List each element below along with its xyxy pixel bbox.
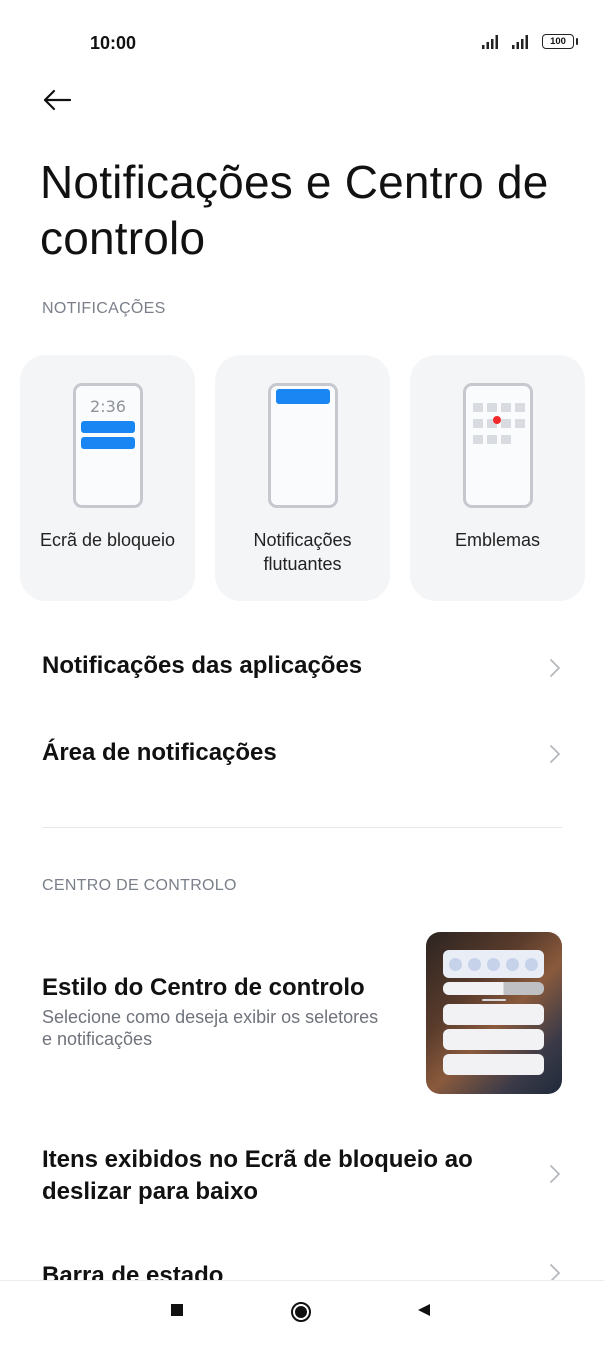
card-label: Notificações flutuantes [253, 530, 352, 574]
card-label: Emblemas [454, 530, 541, 550]
chevron-right-icon [550, 745, 560, 763]
status-icons: 100 [482, 34, 578, 49]
recent-apps-button[interactable] [168, 1301, 186, 1324]
row-title: Barra de estado [42, 1262, 224, 1280]
card-label: Ecrã de bloqueio [39, 530, 176, 550]
lock-screen-preview-icon: 2:36 [73, 383, 143, 508]
badge-preview-icon [463, 383, 533, 508]
row-title: Notificações das aplicações [42, 652, 363, 679]
triangle-left-icon [418, 1304, 430, 1316]
chevron-right-icon [550, 659, 560, 677]
card-lock-screen[interactable]: 2:36 Ecrã de bloqueio [20, 355, 195, 601]
card-badges[interactable]: Emblemas [410, 355, 585, 601]
app-notifications-row[interactable]: Notificações das aplicações [42, 650, 562, 682]
section-header-notifications: NOTIFICAÇÕES [42, 300, 166, 317]
signal-icon [512, 34, 528, 49]
row-title: Estilo do Centro de controlo [42, 974, 365, 1001]
notification-area-row[interactable]: Área de notificações [42, 737, 562, 769]
back-button[interactable] [40, 84, 80, 116]
page-title: Notificações e Centro de controlo [40, 156, 549, 264]
signal-icon [482, 34, 498, 49]
chevron-right-icon [550, 1264, 560, 1280]
row-title: Área de notificações [42, 739, 277, 766]
status-bar: 10:00 100 [0, 0, 604, 70]
control-center-preview-image [426, 932, 562, 1094]
notification-style-cards: 2:36 Ecrã de bloqueio Notificações flutu… [20, 355, 585, 601]
lockscreen-items-row[interactable]: Itens exibidos no Ecrã de bloqueio ao de… [42, 1144, 512, 1208]
card-floating-notifications[interactable]: Notificações flutuantes [215, 355, 390, 601]
circle-icon [291, 1302, 311, 1322]
navigation-bar [0, 1280, 604, 1345]
status-bar-row[interactable]: Barra de estado [42, 1260, 562, 1280]
badge-dot-icon [493, 416, 501, 424]
square-icon [171, 1304, 183, 1316]
battery-icon: 100 [542, 34, 578, 49]
row-subtitle: Selecione como deseja exibir os seletore… [42, 1007, 379, 1049]
floating-notification-preview-icon [268, 383, 338, 508]
back-nav-button[interactable] [415, 1301, 433, 1324]
divider [42, 827, 562, 828]
control-center-style-row[interactable]: Estilo do Centro de controlo Selecione c… [42, 972, 382, 1050]
section-header-control-center: CENTRO DE CONTROLO [42, 877, 237, 894]
row-title: Itens exibidos no Ecrã de bloqueio ao de… [42, 1146, 473, 1205]
arrow-left-icon [43, 89, 72, 111]
preview-time: 2:36 [90, 397, 126, 416]
home-button[interactable] [290, 1301, 312, 1328]
status-time: 10:00 [90, 33, 137, 53]
chevron-right-icon [550, 1165, 560, 1183]
